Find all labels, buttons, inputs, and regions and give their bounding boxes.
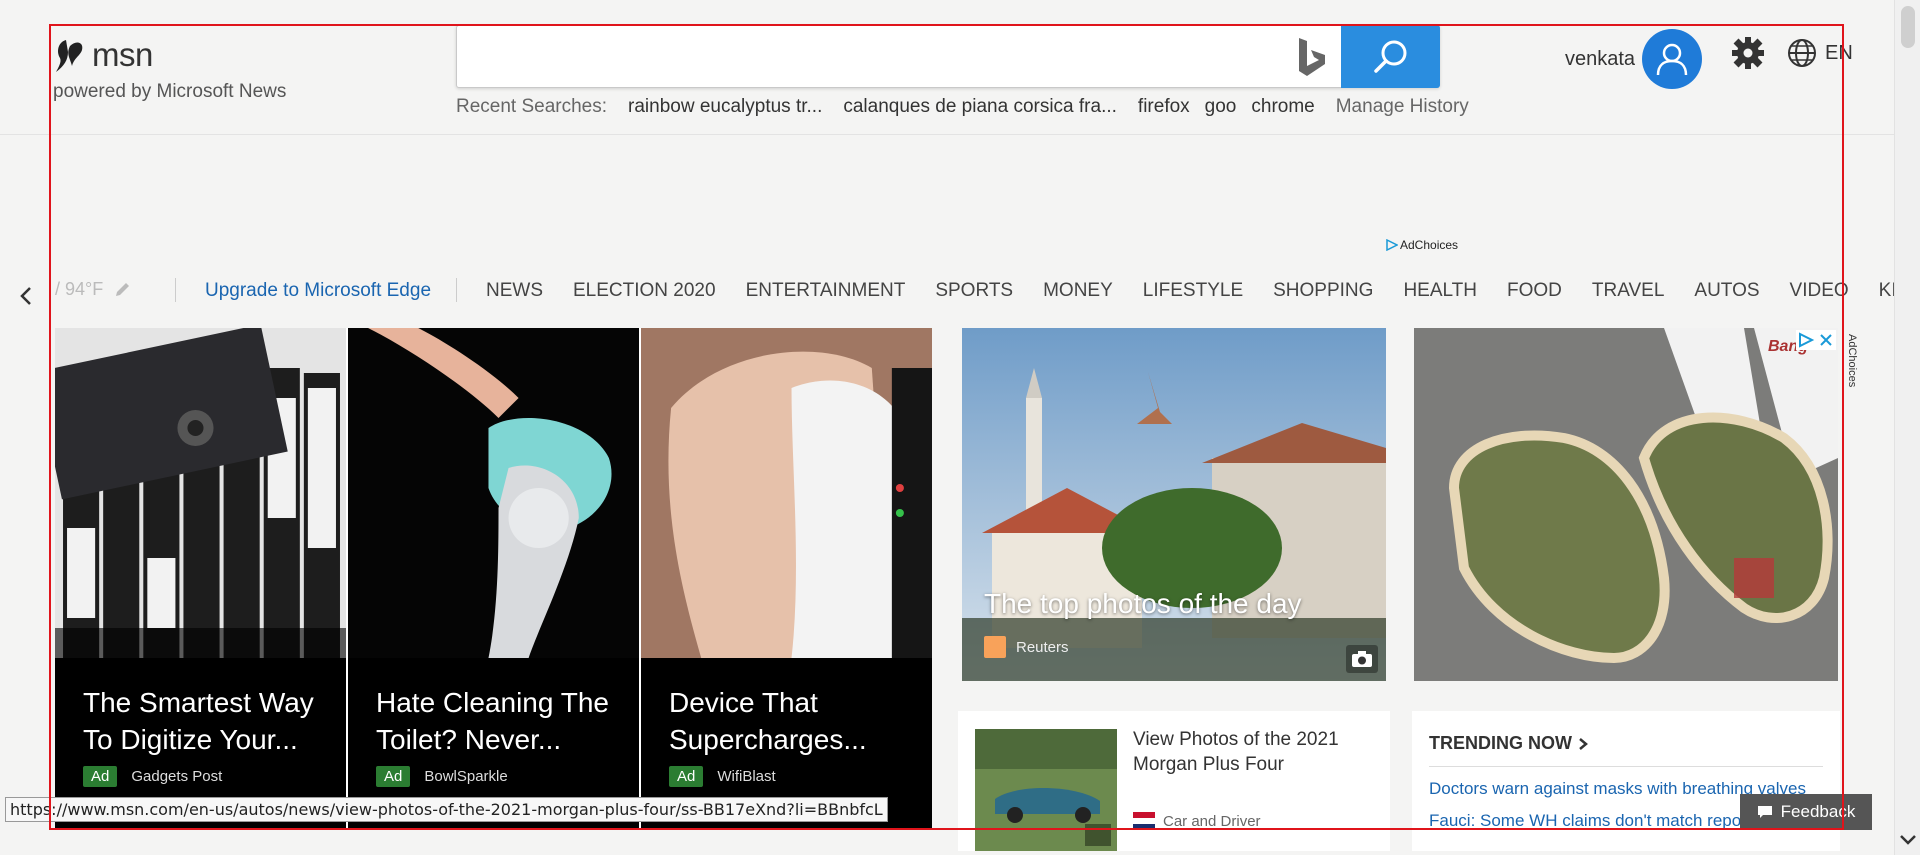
reuters-logo [984, 636, 1006, 658]
nav-item-money[interactable]: MONEY [1043, 280, 1113, 302]
wifi-device-image [641, 328, 932, 658]
close-icon[interactable] [1816, 330, 1836, 350]
trending-heading-label: TRENDING NOW [1429, 733, 1572, 753]
trending-heading[interactable]: TRENDING NOW [1429, 733, 1823, 767]
adchoices-label: AdChoices [1400, 238, 1459, 252]
recent-searches-label: Recent Searches: [456, 96, 608, 117]
top-photos-card[interactable]: The top photos of the day Reuters [962, 328, 1386, 681]
page-scrollbar[interactable] [1894, 0, 1920, 855]
recent-search-item[interactable]: firefox [1138, 96, 1190, 118]
news-title: View Photos of the 2021 Morgan Plus Four [1133, 729, 1339, 775]
adchoices-side-label[interactable]: AdChoices [1846, 334, 1858, 387]
cleaning-powder-image [348, 328, 639, 658]
ad-title: The Smartest Way To Digitize Your... [83, 687, 314, 755]
nav-item-travel[interactable]: TRAVEL [1592, 280, 1665, 302]
adchoices-icon[interactable] [1796, 330, 1816, 350]
shoes-image [1414, 328, 1838, 681]
recent-search-item[interactable]: chrome [1251, 96, 1314, 118]
news-thumbnail [975, 729, 1117, 851]
nav-item-health[interactable]: HEALTH [1403, 280, 1477, 302]
ad-badge: Ad [83, 766, 118, 787]
ad-title: Device That Supercharges... [669, 687, 867, 755]
ad-title: Hate Cleaning The Toilet? Never... [376, 687, 609, 755]
search-button[interactable] [1341, 25, 1440, 88]
ad-close-controls[interactable] [1796, 330, 1836, 350]
search-input[interactable] [469, 36, 1269, 78]
ad-badge: Ad [669, 766, 704, 787]
upgrade-edge-link[interactable]: Upgrade to Microsoft Edge [205, 280, 431, 302]
user-icon [1656, 43, 1688, 76]
scroll-thumb[interactable] [1901, 6, 1915, 48]
vhs-tapes-image [55, 328, 346, 658]
ad-card[interactable]: Device That Supercharges... Ad WifiBlast [641, 328, 932, 828]
nav-divider [456, 278, 457, 302]
gear-icon[interactable] [1731, 36, 1765, 70]
ad-meta: Ad WifiBlast [669, 766, 776, 787]
recent-search-item[interactable]: rainbow eucalyptus tr... [628, 96, 822, 118]
nav-item-video[interactable]: VIDEO [1790, 280, 1849, 302]
status-bar-url: https://www.msn.com/en-us/autos/news/vie… [5, 797, 888, 822]
nav-item-shopping[interactable]: SHOPPING [1273, 280, 1373, 302]
weather-widget[interactable]: / 94°F [55, 279, 131, 300]
feedback-icon [1757, 806, 1772, 818]
news-source: Car and Driver [1133, 812, 1261, 830]
camera-icon [1346, 645, 1378, 673]
cliff-diver-photo [962, 328, 1386, 681]
ad-meta: Ad BowlSparkle [376, 766, 508, 787]
ad-badge: Ad [376, 766, 411, 787]
logo-text: msn [92, 36, 153, 73]
search-icon [1373, 40, 1406, 73]
adchoices-top[interactable]: AdChoices [1386, 238, 1458, 252]
nav-item-news[interactable]: NEWS [486, 280, 543, 302]
chevron-down-icon[interactable] [1899, 833, 1917, 847]
car-and-driver-logo [1133, 812, 1155, 830]
chevron-left-icon[interactable] [16, 284, 36, 308]
shoe-ad[interactable]: Bang [1414, 328, 1838, 681]
ad-source: Gadgets Post [131, 768, 223, 785]
nav-item-food[interactable]: FOOD [1507, 280, 1562, 302]
adchoices-icon [1386, 239, 1398, 251]
nav-item-election[interactable]: ELECTION 2020 [573, 280, 716, 302]
ad-meta: Ad Gadgets Post [83, 766, 222, 787]
avatar[interactable] [1642, 29, 1702, 89]
pencil-icon[interactable] [113, 281, 131, 299]
trending-now: TRENDING NOW Doctors warn against masks … [1412, 711, 1840, 851]
recent-search-item[interactable]: calanques de piana corsica fra... [843, 96, 1117, 118]
bing-icon [1299, 38, 1325, 76]
nav-item-entertainment[interactable]: ENTERTAINMENT [746, 280, 906, 302]
hero-source: Reuters [984, 636, 1069, 658]
feedback-label: Feedback [1780, 802, 1856, 821]
manage-history-link[interactable]: Manage History [1336, 96, 1469, 118]
feedback-button[interactable]: Feedback [1740, 794, 1872, 830]
top-header: msn powered by Microsoft News Recent Sea… [0, 0, 1894, 135]
ad-carousel: The Smartest Way To Digitize Your... Ad … [55, 328, 932, 828]
recent-searches: Recent Searches: rainbow eucalyptus tr..… [456, 96, 1469, 118]
hero-title: The top photos of the day [984, 588, 1302, 619]
ad-source: WifiBlast [717, 768, 776, 785]
nav-item-autos[interactable]: AUTOS [1694, 280, 1759, 302]
user-name[interactable]: venkata [1565, 48, 1635, 71]
nav-item-sports[interactable]: SPORTS [935, 280, 1013, 302]
news-card[interactable]: View Photos of the 2021 Morgan Plus Four… [958, 711, 1390, 851]
nav-item-lifestyle[interactable]: LIFESTYLE [1143, 280, 1243, 302]
ad-card[interactable]: The Smartest Way To Digitize Your... Ad … [55, 328, 346, 828]
globe-icon[interactable] [1786, 37, 1818, 69]
ad-card[interactable]: Hate Cleaning The Toilet? Never... Ad Bo… [348, 328, 639, 828]
search-box [456, 25, 1440, 88]
msn-logo[interactable]: msn [54, 36, 153, 74]
nav-divider [175, 278, 176, 302]
language-selector[interactable]: EN [1825, 42, 1853, 65]
ad-source: BowlSparkle [424, 768, 508, 785]
weather-temp: / 94°F [55, 279, 104, 299]
recent-search-item[interactable]: goo [1205, 96, 1237, 118]
chevron-right-icon [1579, 737, 1588, 750]
main-nav: NEWS ELECTION 2020 ENTERTAINMENT SPORTS … [486, 280, 1920, 302]
powered-by-label: powered by Microsoft News [53, 81, 287, 102]
butterfly-icon [56, 40, 83, 72]
hero-source-name: Reuters [1016, 638, 1069, 656]
news-source-name: Car and Driver [1163, 812, 1261, 830]
